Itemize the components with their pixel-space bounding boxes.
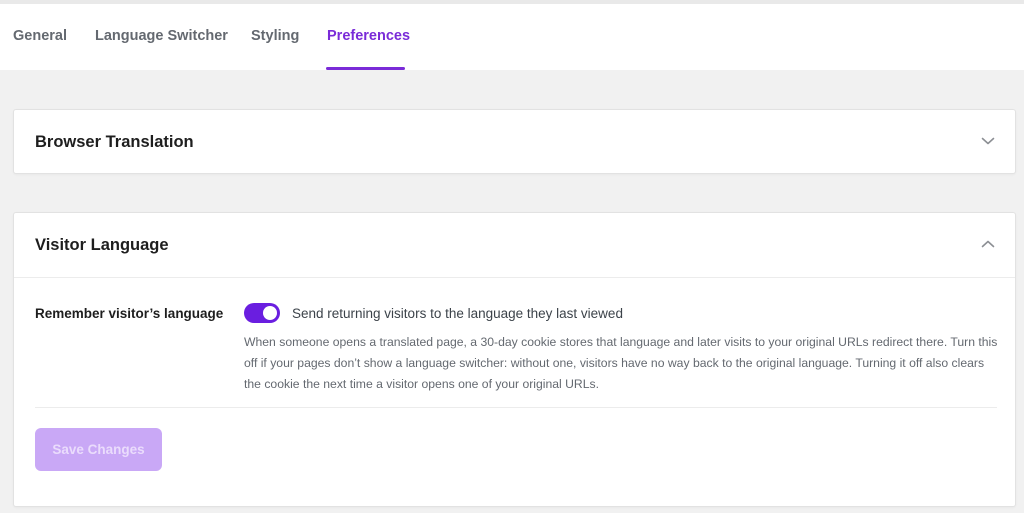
tab-language-switcher[interactable]: Language Switcher [95, 28, 228, 44]
browser-translation-section[interactable]: Browser Translation [13, 109, 1016, 174]
top-navigation-bar: General Language Switcher Styling Prefer… [0, 0, 1024, 70]
save-changes-button[interactable]: Save Changes [35, 428, 162, 471]
tab-styling[interactable]: Styling [251, 28, 299, 44]
visitor-language-section: Visitor Language Remember visitor’s lang… [13, 212, 1016, 507]
chevron-down-icon[interactable] [981, 136, 995, 146]
chevron-up-icon[interactable] [981, 239, 995, 249]
section-header-divider [14, 277, 1015, 278]
active-tab-indicator [326, 67, 405, 70]
remember-language-toggle[interactable] [244, 303, 280, 323]
tab-general[interactable]: General [13, 28, 67, 44]
setting-help-text: When someone opens a translated page, a … [244, 335, 998, 391]
tab-preferences[interactable]: Preferences [327, 28, 410, 44]
toggle-description-label: Send returning visitors to the language … [292, 306, 623, 321]
section-title: Browser Translation [35, 133, 194, 151]
toggle-knob [263, 306, 277, 320]
setting-divider [35, 407, 997, 408]
section-title: Visitor Language [35, 236, 169, 254]
remember-language-label: Remember visitor’s language [35, 306, 224, 321]
